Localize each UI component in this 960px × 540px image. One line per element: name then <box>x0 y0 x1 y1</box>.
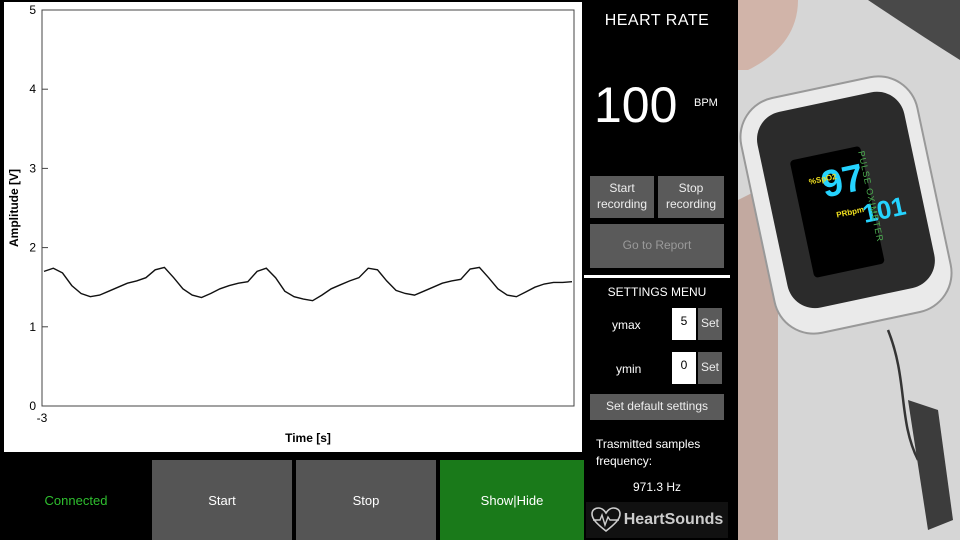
default-settings-button[interactable]: Set default settings <box>590 394 724 420</box>
plot-axes: 0 1 2 3 4 5 -3 Time [s] Amplitude [V] <box>7 3 575 445</box>
ymax-input[interactable]: 5 <box>672 308 696 340</box>
oximeter-photo <box>738 0 960 540</box>
start-recording-button[interactable]: Start recording <box>590 176 654 218</box>
brand-name: HeartSounds <box>623 511 724 528</box>
ymin-set-button[interactable]: Set <box>698 352 722 384</box>
start-recording-label: Start recording <box>596 181 648 211</box>
plot-svg: 0 1 2 3 4 5 -3 Time [s] Amplitude [V] <box>7 3 575 445</box>
brand-logo: HeartSounds <box>586 502 728 538</box>
signal-plot: 0 1 2 3 4 5 -3 Time [s] Amplitude [V] <box>4 2 582 452</box>
stop-button[interactable]: Stop <box>296 460 436 540</box>
ymax-label: ymax <box>612 318 641 332</box>
x-tick-label: -3 <box>37 411 48 425</box>
y-tick-label: 4 <box>29 82 36 96</box>
bottom-bar: Connected Start Stop Show|Hide <box>0 460 584 540</box>
camera-feed: 97 %SpO2 PRbpm 101 PULSE OXIMETER <box>738 0 960 540</box>
heart-rate-value: 100 <box>594 77 678 133</box>
panel-divider <box>584 275 730 278</box>
go-to-report-button[interactable]: Go to Report <box>590 224 724 268</box>
stop-recording-button[interactable]: Stop recording <box>658 176 724 218</box>
y-tick-label: 2 <box>29 241 36 255</box>
signal-line-0 <box>43 266 573 302</box>
show-hide-button[interactable]: Show|Hide <box>440 460 584 540</box>
side-panel: HEART RATE 100 BPM Start recording Stop … <box>584 0 730 540</box>
settings-menu-title: SETTINGS MENU <box>607 285 707 299</box>
y-axis-label: Amplitude [V] <box>7 169 21 247</box>
frequency-label: Trasmitted samples frequency: <box>596 437 701 468</box>
connection-status: Connected <box>44 492 108 508</box>
y-tick-label: 3 <box>29 161 36 175</box>
heart-rate-title: HEART RATE <box>604 12 710 29</box>
frequency-value: 971.3 Hz <box>632 480 682 494</box>
y-tick-label: 0 <box>29 399 36 413</box>
y-tick-label: 1 <box>29 320 36 334</box>
ymin-label: ymin <box>616 362 642 376</box>
ymax-set-button[interactable]: Set <box>698 308 722 340</box>
ymin-input[interactable]: 0 <box>672 352 696 384</box>
plot-frame <box>41 9 575 407</box>
plot-lines <box>43 266 573 302</box>
stop-recording-label: Stop recording <box>665 181 717 211</box>
heart-icon <box>590 507 621 533</box>
start-button[interactable]: Start <box>152 460 292 540</box>
heart-rate-unit: BPM <box>694 97 718 109</box>
x-axis-label: Time [s] <box>285 431 331 445</box>
y-tick-label: 5 <box>29 3 36 17</box>
